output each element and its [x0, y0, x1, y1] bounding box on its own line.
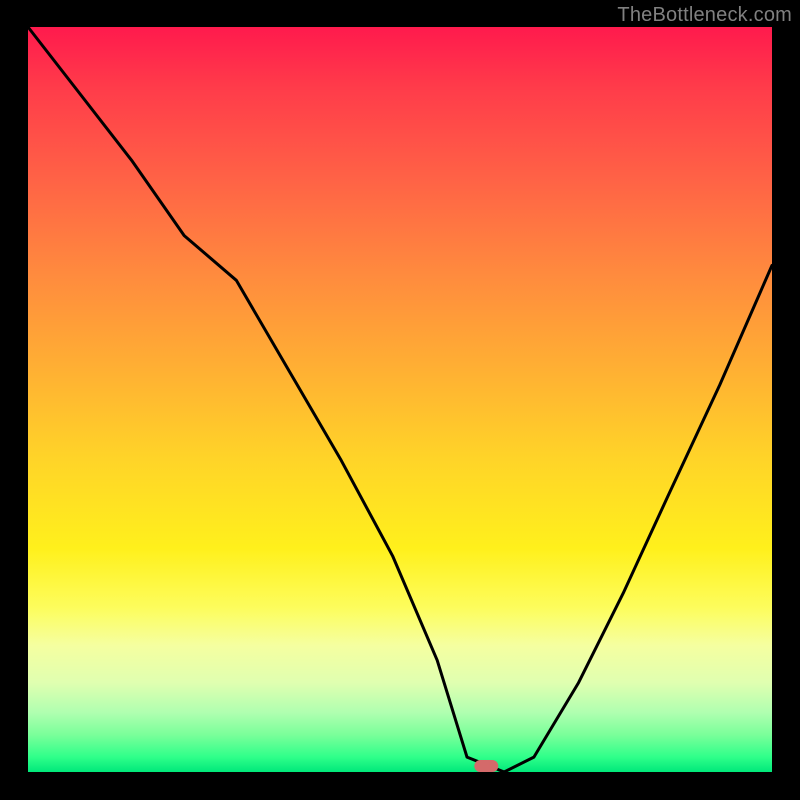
optimal-marker [474, 760, 498, 772]
bottleneck-curve [28, 27, 772, 772]
watermark-text: TheBottleneck.com [617, 4, 792, 27]
plot-area [28, 27, 772, 772]
curve-svg [28, 27, 772, 772]
chart-frame: TheBottleneck.com [0, 0, 800, 800]
